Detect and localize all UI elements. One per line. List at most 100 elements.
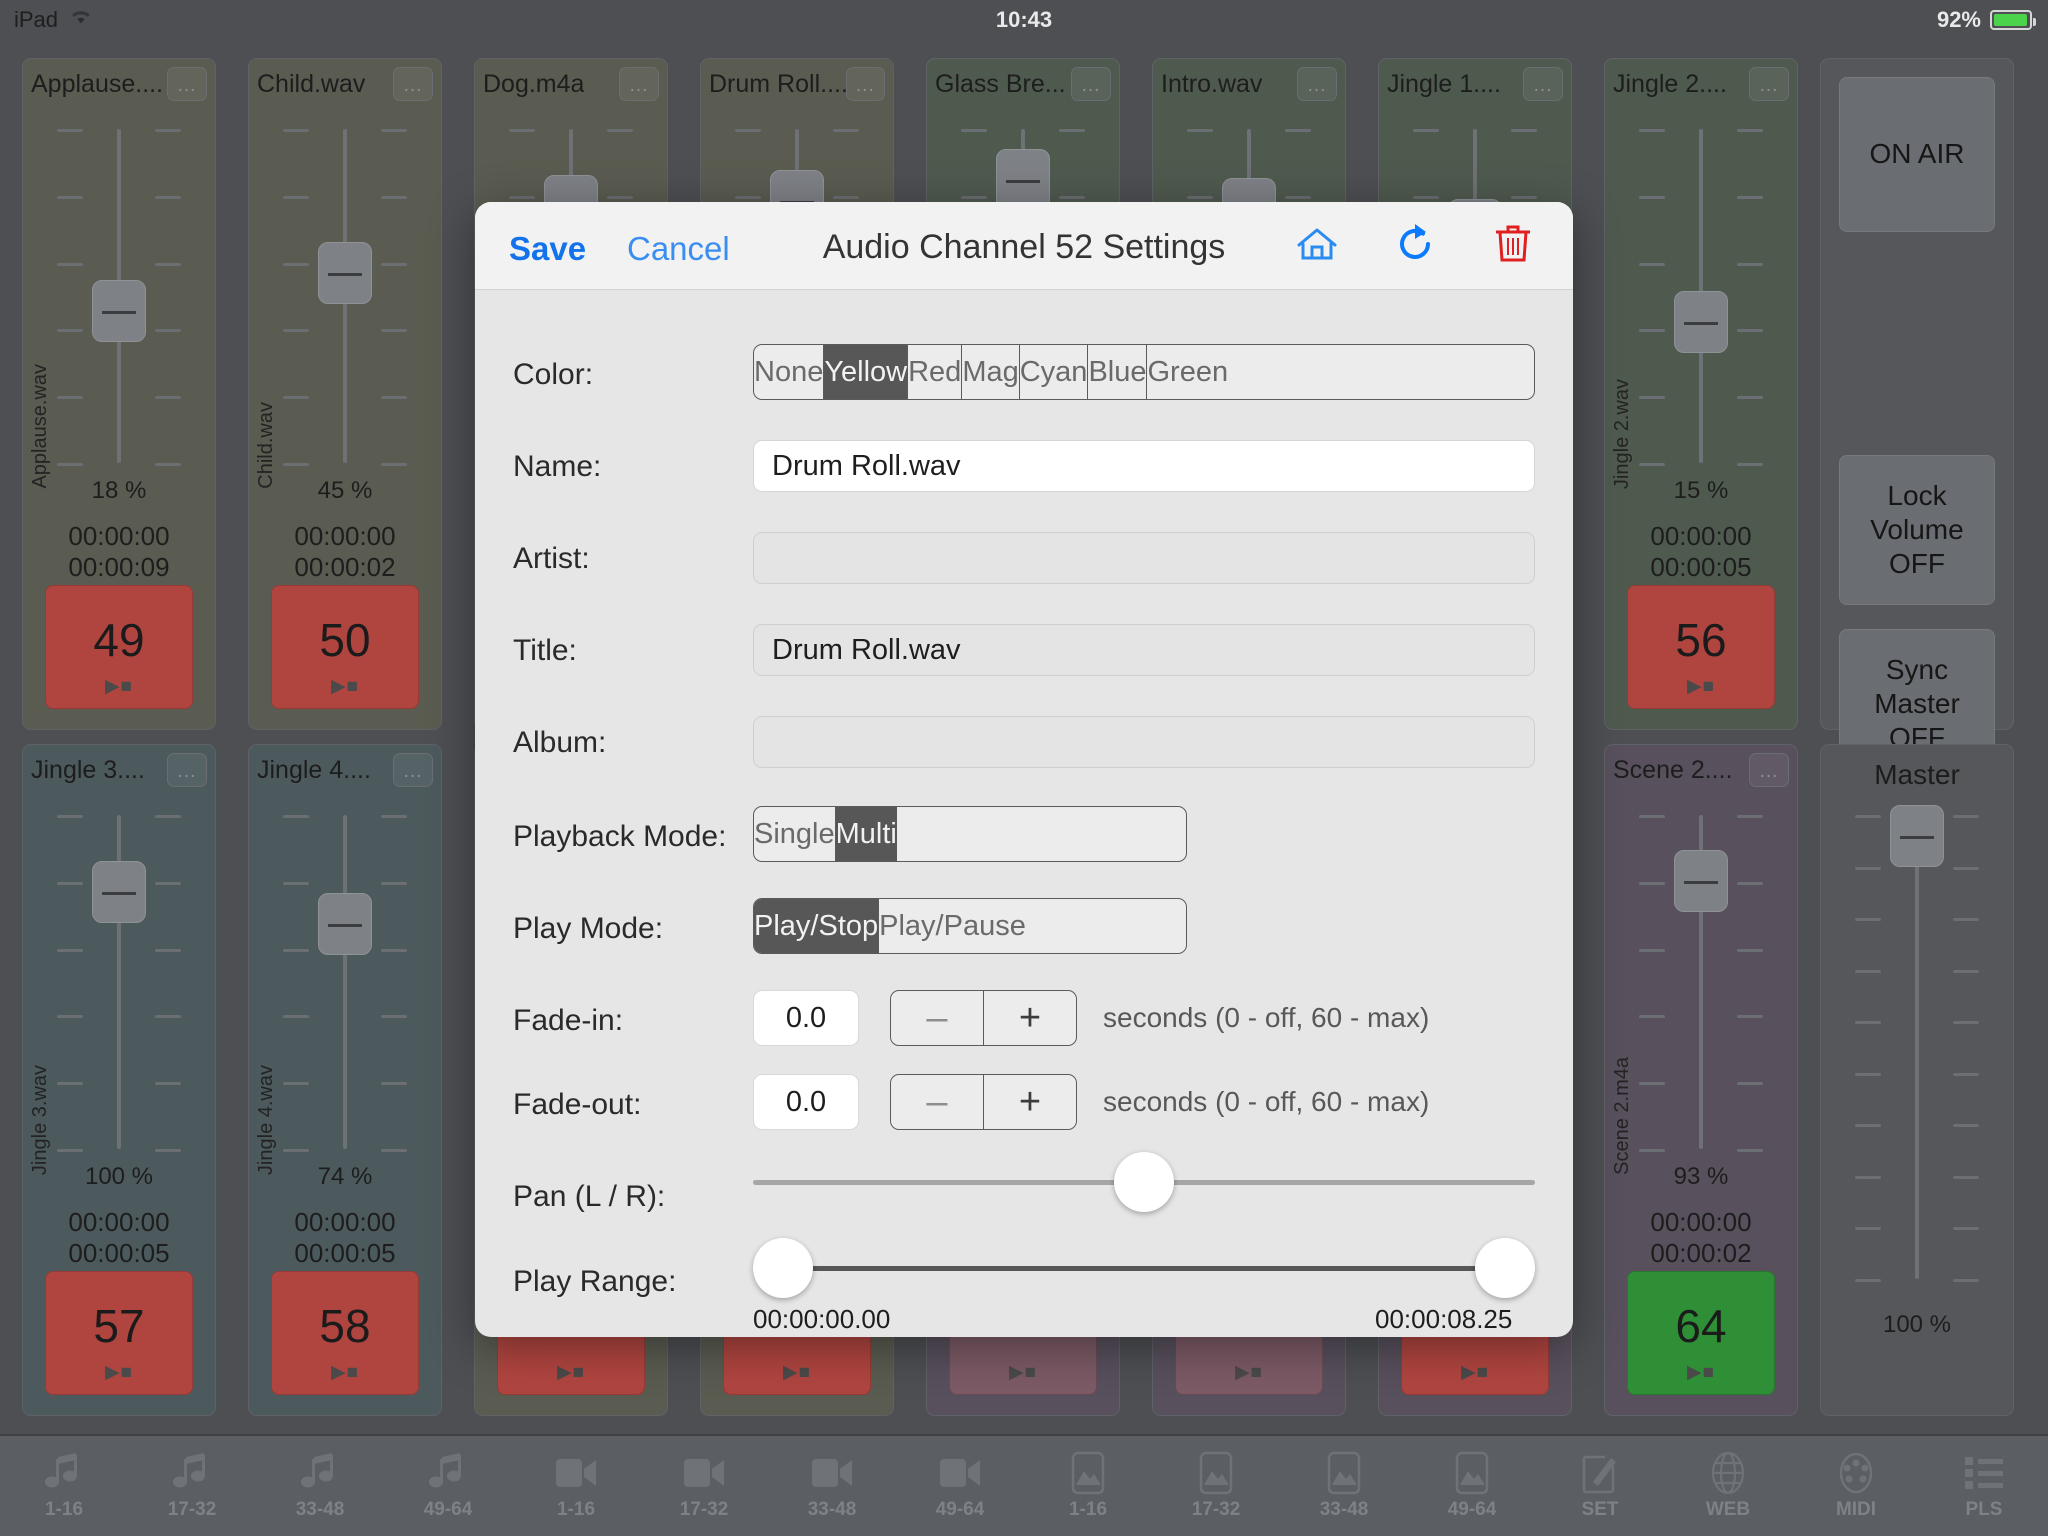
fader-tick [1639,815,1665,818]
trash-icon[interactable] [1487,218,1539,275]
channel-time-total: 00:00:09 [68,551,170,582]
fade-in-plus-button[interactable]: + [984,991,1076,1045]
album-input[interactable] [753,716,1535,768]
on-air-button[interactable]: ON AIR [1839,77,1995,232]
channel-strip-header: Jingle 1....... [1387,65,1563,103]
play-range-slider-track[interactable] [753,1266,1535,1271]
tab-1-16-music-note[interactable]: 1-16 [0,1436,128,1536]
play-mode-option-play-pause[interactable]: Play/Pause [879,899,1026,953]
fade-out-value[interactable]: 0.0 [753,1074,859,1130]
color-option-none[interactable]: None [754,345,825,399]
color-option-blue[interactable]: Blue [1088,345,1148,399]
channel-fader-knob[interactable] [1674,291,1728,354]
tab-label: 17-32 [167,1499,217,1520]
channel-fader-knob[interactable] [318,242,372,305]
fade-in-minus-button[interactable]: – [891,991,984,1045]
channel-play-pad[interactable]: 50 ▶■ [271,585,419,709]
channel-more-button[interactable]: ... [1749,67,1789,101]
channel-title: Jingle 3.... [31,755,145,784]
tab-17-32-image[interactable]: 17-32 [1152,1436,1280,1536]
playback-mode-segmented-control[interactable]: Single Multi [753,806,1187,862]
artist-input[interactable] [753,532,1535,584]
channel-fader-knob[interactable] [318,893,372,956]
image-icon [1327,1451,1361,1495]
color-option-yellow[interactable]: Yellow [824,345,909,399]
color-segmented-control[interactable]: None Yellow Red Mag Cyan Blue Green [753,344,1535,400]
tab-33-48-music-note[interactable]: 33-48 [256,1436,384,1536]
play-range-start-thumb[interactable] [753,1238,813,1298]
channel-more-button[interactable]: ... [1071,67,1111,101]
channel-more-button[interactable]: ... [1297,67,1337,101]
tab-17-32-video-camera[interactable]: 17-32 [640,1436,768,1536]
channel-strip[interactable]: Applause....... Applause.wav 18 % 00:00:00 0… [22,58,216,730]
reload-icon[interactable] [1389,218,1441,275]
tab-49-64-music-note[interactable]: 49-64 [384,1436,512,1536]
play-mode-segmented-control[interactable]: Play/Stop Play/Pause [753,898,1187,954]
title-input[interactable]: Drum Roll.wav [753,624,1535,676]
pan-slider-thumb[interactable] [1114,1152,1174,1212]
channel-strip[interactable]: Scene 2....... Scene 2.m4a 93 % 00:00:00 00:… [1604,744,1798,1416]
tab-49-64-video-camera[interactable]: 49-64 [896,1436,1024,1536]
channel-play-pad[interactable]: 57 ▶■ [45,1271,193,1395]
tab-1-16-video-camera[interactable]: 1-16 [512,1436,640,1536]
tab-midi-midi-din[interactable]: MIDI [1792,1436,1920,1536]
color-option-green[interactable]: Green [1147,345,1228,399]
playback-mode-option-multi[interactable]: Multi [835,807,897,861]
tab-1-16-image[interactable]: 1-16 [1024,1436,1152,1536]
play-range-end-thumb[interactable] [1475,1238,1535,1298]
playback-mode-option-single[interactable]: Single [754,807,836,861]
channel-play-pad[interactable]: 49 ▶■ [45,585,193,709]
channel-play-pad[interactable]: 56 ▶■ [1627,585,1775,709]
channel-more-button[interactable]: ... [167,67,207,101]
tab-49-64-image[interactable]: 49-64 [1408,1436,1536,1536]
lock-volume-button[interactable]: Lock Volume OFF [1839,455,1995,605]
tab-set-pencil-square[interactable]: SET [1536,1436,1664,1536]
color-label: Color: [513,358,594,391]
channel-fader-knob[interactable] [1674,849,1728,912]
channel-volume-percent: 93 % [1673,1163,1729,1190]
sync-master-line-1: Sync [1885,653,1949,685]
channel-strip-header: Applause....... [31,65,207,103]
channel-play-pad[interactable]: 58 ▶■ [271,1271,419,1395]
color-option-cyan[interactable]: Cyan [1020,345,1089,399]
channel-play-pad[interactable]: 64 ▶■ [1627,1271,1775,1395]
fade-out-plus-button[interactable]: + [984,1075,1076,1129]
tab-pls-playlist[interactable]: PLS [1920,1436,2048,1536]
channel-fader-knob[interactable] [92,861,146,924]
master-fader-knob[interactable] [1890,805,1944,867]
channel-more-button[interactable]: ... [393,67,433,101]
color-option-mag[interactable]: Mag [962,345,1020,399]
channel-strip[interactable]: Jingle 3....... Jingle 3.wav 100 % 00:00:00… [22,744,216,1416]
fader-tick [381,1082,407,1086]
tab-17-32-music-note[interactable]: 17-32 [128,1436,256,1536]
channel-more-button[interactable]: ... [845,67,885,101]
play-range-slider[interactable] [753,1238,1535,1298]
channel-more-button[interactable]: ... [393,753,433,787]
channel-time-total: 00:00:02 [1650,1237,1752,1268]
home-icon[interactable] [1291,218,1343,275]
channel-strip[interactable]: Jingle 2....... Jingle 2.wav 15 % 00:00:00 0… [1604,58,1798,730]
fade-in-value[interactable]: 0.0 [753,990,859,1046]
channel-more-button[interactable]: ... [1523,67,1563,101]
channel-more-button[interactable]: ... [167,753,207,787]
fader-tick [155,129,181,132]
fade-out-stepper[interactable]: – + [890,1074,1077,1130]
tab-label: 1-16 [556,1499,596,1520]
name-input[interactable]: Drum Roll.wav [753,440,1535,492]
fader-tick [509,195,535,199]
master-fader[interactable] [1821,797,2013,1297]
channel-more-button[interactable]: ... [619,67,659,101]
channel-more-button[interactable]: ... [1749,753,1789,787]
tab-33-48-video-camera[interactable]: 33-48 [768,1436,896,1536]
artist-label: Artist: [513,542,590,575]
fade-in-stepper[interactable]: – + [890,990,1077,1046]
channel-strip[interactable]: Child.wav... Child.wav 45 % 00:00:00 00:00:0… [248,58,442,730]
fade-out-minus-button[interactable]: – [891,1075,984,1129]
color-option-red[interactable]: Red [908,345,963,399]
tab-web-globe[interactable]: WEB [1664,1436,1792,1536]
play-mode-option-play-stop[interactable]: Play/Stop [754,899,880,953]
channel-strip[interactable]: Jingle 4....... Jingle 4.wav 74 % 00:00:00 0… [248,744,442,1416]
channel-fader-knob[interactable] [92,279,146,342]
tab-33-48-image[interactable]: 33-48 [1280,1436,1408,1536]
pan-slider[interactable] [753,1152,1535,1212]
